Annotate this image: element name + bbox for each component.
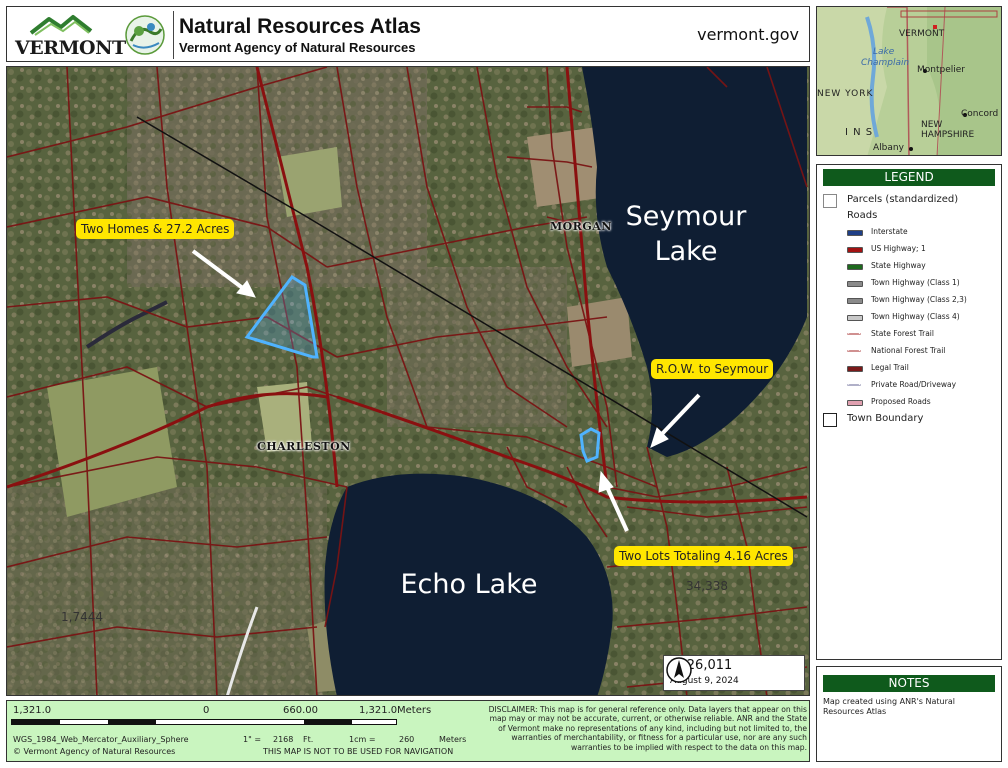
header-divider xyxy=(173,11,174,59)
legend-road-swatch xyxy=(847,298,863,304)
inset-label-champlain: Champlain xyxy=(861,58,910,68)
legend-road-label: National Forest Trail xyxy=(871,346,946,355)
seymour-lake-label-line1: Seymour xyxy=(625,201,747,232)
scale-mid-value: 660.00 xyxy=(283,705,318,716)
notes-title: NOTES xyxy=(823,675,995,692)
town-label-morgan: MORGAN xyxy=(550,220,612,233)
map-view[interactable]: Two Homes & 27.2 Acres R.O.W. to Seymour… xyxy=(6,66,810,696)
disclaimer-text: DISCLAIMER: This map is for general refe… xyxy=(488,705,807,752)
atlas-header: VERMONT Natural Resources Atlas Vermont … xyxy=(6,6,810,62)
cm-scale-value: 260 xyxy=(399,735,415,744)
inset-label-hampshire: HAMPSHIRE xyxy=(921,130,975,140)
cm-scale-label: 1cm = xyxy=(349,735,376,744)
page-title: Natural Resources Atlas xyxy=(179,15,421,38)
scale-bar xyxy=(11,719,397,725)
scale-bar-segment xyxy=(12,720,60,724)
callout-two-homes: Two Homes & 27.2 Acres xyxy=(76,219,235,239)
legend-road-label: Proposed Roads xyxy=(871,397,931,406)
legend-road-label: US Highway; 1 xyxy=(871,244,926,253)
page-subtitle: Vermont Agency of Natural Resources xyxy=(179,40,416,55)
notes-panel: NOTES Map created using ANR's Natural Re… xyxy=(816,666,1002,762)
parcel-number-label: 1,7444 xyxy=(61,610,103,624)
cm-scale-unit: Meters xyxy=(439,735,467,744)
scale-bar-segment xyxy=(304,720,352,724)
legend-road-label: Legal Trail xyxy=(871,363,909,372)
scale-units: Meters xyxy=(397,705,432,716)
callout-row-to-seymour: R.O.W. to Seymour xyxy=(651,359,774,379)
notes-text: Map created using ANR's Natural Resource… xyxy=(823,697,956,716)
parcel-two-lots[interactable] xyxy=(579,427,601,463)
legend-road-swatch xyxy=(847,333,861,335)
scale-box: 1: 26,011 August 9, 2024 xyxy=(663,655,805,691)
inch-scale-unit: Ft. xyxy=(303,735,314,744)
inset-label-new-york: NEW YORK xyxy=(817,89,874,99)
legend-road-swatch xyxy=(847,366,863,372)
legend-road-swatch xyxy=(847,264,863,270)
legend-town-boundary-label: Town Boundary xyxy=(847,413,924,424)
parcel-number-label: 34,338 xyxy=(686,579,728,593)
legend-road-swatch xyxy=(847,281,863,287)
legend-road-swatch xyxy=(847,247,863,253)
legend-road-swatch xyxy=(847,400,863,406)
legend-roads-label: Roads xyxy=(847,210,878,221)
seymour-lake-label-line2: Lake xyxy=(654,236,718,268)
parcels-swatch xyxy=(823,194,837,208)
callout-two-lots: Two Lots Totaling 4.16 Acres xyxy=(614,546,793,566)
map-footer: 1,321.0 0 660.00 1,321.0 Meters WGS_1984… xyxy=(6,700,810,762)
projection-text: WGS_1984_Web_Mercator_Auxiliary_Sphere xyxy=(13,735,189,744)
inset-label-lake: Lake xyxy=(873,47,895,57)
inset-label-vermont: VERMONT xyxy=(899,29,945,39)
echo-lake-label: Echo Lake xyxy=(400,569,538,600)
legend-road-label: State Highway xyxy=(871,261,926,270)
navigation-warning: THIS MAP IS NOT TO BE USED FOR NAVIGATIO… xyxy=(263,747,454,756)
inset-label-ins: I N S xyxy=(845,127,874,138)
inset-label-montpelier: Montpelier xyxy=(917,65,965,75)
legend-panel: LEGEND Parcels (standardized) Roads Inte… xyxy=(816,164,1002,660)
anr-seal-icon xyxy=(125,15,165,55)
legend-road-swatch xyxy=(847,230,863,236)
legend-road-label: State Forest Trail xyxy=(871,329,934,338)
scale-zero-value: 0 xyxy=(203,705,210,716)
inset-label-albany: Albany xyxy=(873,143,904,153)
legend-road-swatch xyxy=(847,315,863,321)
inch-scale-label: 1" = xyxy=(243,735,262,744)
town-label-charleston: CHARLESTON xyxy=(257,440,351,453)
inset-label-concord: Concord xyxy=(961,109,999,119)
legend-road-label: Private Road/Driveway xyxy=(871,380,957,389)
inch-scale-value: 2168 xyxy=(273,735,294,744)
legend-road-label: Town Highway (Class 4) xyxy=(871,312,960,321)
north-arrow-icon xyxy=(666,657,692,683)
site-url: vermont.gov xyxy=(697,25,799,44)
legend-road-label: Interstate xyxy=(871,227,908,236)
legend-title: LEGEND xyxy=(823,169,995,186)
legend-parcels-label: Parcels (standardized) xyxy=(847,194,959,205)
legend-road-label: Town Highway (Class 1) xyxy=(871,278,960,287)
overview-inset-map: VERMONT Lake Champlain Montpelier NEW YO… xyxy=(816,6,1002,156)
seymour-lake-label: Seymour Lake xyxy=(611,199,761,269)
legend-road-label: Town Highway (Class 2,3) xyxy=(871,295,967,304)
inset-label-new: NEW xyxy=(921,120,943,130)
copyright-text: © Vermont Agency of Natural Resources xyxy=(13,747,176,756)
scale-left-value: 1,321.0 xyxy=(13,705,52,716)
town-boundary-swatch xyxy=(823,413,837,427)
vermont-logo-text: VERMONT xyxy=(15,37,126,59)
legend-road-swatch xyxy=(847,350,861,352)
scale-bar-segment xyxy=(108,720,156,724)
legend-road-swatch xyxy=(847,384,861,386)
scale-right-value: 1,321.0 xyxy=(359,705,398,716)
